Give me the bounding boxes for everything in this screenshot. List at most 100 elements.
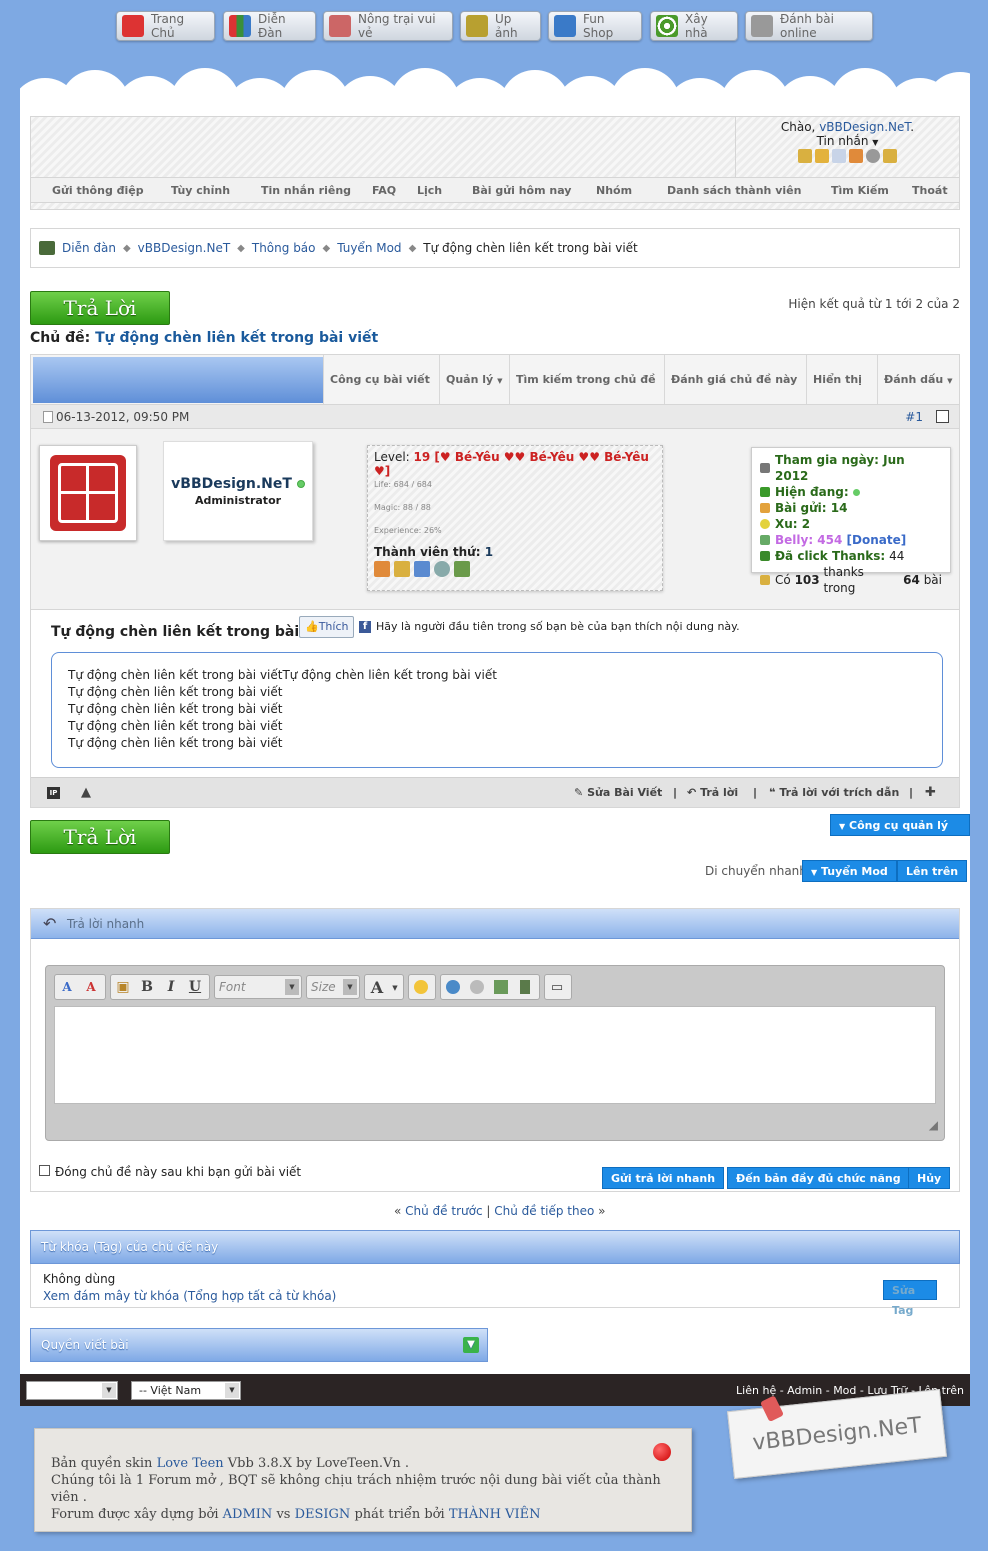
navbar: Chào, vBBDesign.NeT. Tin nhắn ▼ Gửi thôn… <box>30 116 960 210</box>
nav-build-house[interactable]: Xây nhà <box>650 11 738 41</box>
post-tools-menu[interactable]: Công cụ bài viết ▼ <box>323 355 439 435</box>
nav-home[interactable]: Trang Chủ <box>116 11 215 41</box>
nav-todays-posts[interactable]: Bài gửi hôm nay <box>472 184 571 197</box>
image-icon[interactable] <box>490 976 512 998</box>
unlink-icon[interactable] <box>466 976 488 998</box>
previous-thread-link[interactable]: Chủ đề trước <box>405 1204 482 1218</box>
style-select[interactable]: ▼ <box>26 1381 118 1400</box>
copyright-box: Bản quyền skin Love Teen Vbb 3.8.X by Lo… <box>34 1428 692 1532</box>
reply-button-bottom[interactable]: Trả Lời <box>30 820 170 854</box>
multiquote-icon[interactable]: ✚ <box>925 785 936 800</box>
bookmark-menu[interactable]: Đánh dấu ▼ <box>877 355 959 405</box>
friends-icon[interactable] <box>414 561 430 577</box>
post-number[interactable]: #1 <box>905 410 923 424</box>
close-thread-checkbox[interactable] <box>39 1165 50 1176</box>
bold-icon[interactable]: B <box>136 976 158 998</box>
gear-icon[interactable] <box>866 149 880 163</box>
cancel-button[interactable]: Hủy <box>908 1167 951 1189</box>
like-button[interactable]: 👍Thích <box>299 616 355 638</box>
arrow-icon: ◆ <box>237 242 245 254</box>
username-link[interactable]: vBBDesign.NeT <box>819 120 910 134</box>
submit-quick-reply-button[interactable]: Gửi trả lời nhanh <box>602 1167 725 1189</box>
design-link[interactable]: DESIGN <box>295 1507 351 1522</box>
brush-icon[interactable] <box>883 149 897 163</box>
nav-calendar[interactable]: Lịch <box>417 184 442 197</box>
remove-format-icon[interactable]: A <box>56 976 78 998</box>
nav-forum[interactable]: Diễn Đàn <box>223 11 316 41</box>
mod-tools-button[interactable]: ▼ Công cụ quản lý (0) <box>830 814 970 855</box>
italic-icon[interactable]: I <box>160 976 182 998</box>
back-to-top-button[interactable]: Lên trên <box>897 860 968 882</box>
smiley-icon[interactable] <box>410 976 432 998</box>
add-friend-icon[interactable] <box>454 561 470 577</box>
members-link[interactable]: THÀNH VIÊN <box>449 1507 541 1522</box>
nav-logout[interactable]: Thoát <box>912 184 948 197</box>
home-icon[interactable] <box>374 561 390 577</box>
edit-icon[interactable] <box>798 149 812 163</box>
permissions-header[interactable]: Quyền viết bài ▼ <box>30 1328 488 1362</box>
report-icon[interactable]: ▲ <box>81 785 91 800</box>
size-select[interactable]: Size ▼ <box>306 975 360 999</box>
video-icon[interactable] <box>514 976 536 998</box>
strikethrough-format-icon[interactable]: A <box>80 976 102 998</box>
font-select[interactable]: Font ▼ <box>214 975 302 999</box>
messages-menu[interactable]: Tin nhắn ▼ <box>736 134 959 148</box>
users-icon[interactable] <box>849 149 863 163</box>
text-color-icon[interactable]: A <box>366 976 388 998</box>
nav-member-list[interactable]: Danh sách thành viên <box>667 184 801 197</box>
ip-icon[interactable]: IP <box>47 787 60 799</box>
advanced-editor-button[interactable]: Đến bản đầy đủ chức năng <box>727 1167 910 1189</box>
language-select[interactable]: -- Việt Nam ▼ <box>131 1381 241 1400</box>
nav-faq[interactable]: FAQ <box>372 184 396 197</box>
breadcrumb-site[interactable]: vBBDesign.NeT <box>138 241 231 255</box>
reply-arrow-icon: ↶ <box>687 786 697 799</box>
manage-menu[interactable]: Quản lý ▼ <box>439 355 509 405</box>
nav-card-game[interactable]: Đánh bài online <box>745 11 873 41</box>
nav-farm[interactable]: Nông trại vui vẻ <box>323 11 453 41</box>
edit-tags-button[interactable]: Sửa Tag <box>883 1280 937 1317</box>
breadcrumb-forum[interactable]: Diễn đàn <box>62 241 116 255</box>
quote-icon[interactable]: ▭ <box>546 976 568 998</box>
select-post-checkbox[interactable] <box>936 410 949 423</box>
reply-post-button[interactable]: ↶ Trả lời <box>687 786 738 799</box>
home-icon[interactable] <box>39 241 55 255</box>
nav-fun-shop[interactable]: Fun Shop <box>548 11 642 41</box>
resize-handle-icon[interactable]: ◢ <box>929 1118 938 1132</box>
post-username[interactable]: vBBDesign.NeT <box>171 476 292 492</box>
nav-settings[interactable]: Tùy chỉnh <box>171 184 230 197</box>
edit-post-button[interactable]: ✎ Sửa Bài Viết <box>574 786 662 799</box>
nav-groups[interactable]: Nhóm <box>596 184 632 197</box>
search-icon[interactable] <box>434 561 450 577</box>
nav-private-messages[interactable]: Tin nhắn riêng <box>261 184 351 197</box>
rate-thread-menu[interactable]: Đánh giá chủ đề này ▼ <box>664 355 806 435</box>
expand-icon[interactable]: ▼ <box>463 1337 479 1353</box>
admin-link[interactable]: ADMIN <box>223 1507 273 1522</box>
donate-link[interactable]: [Donate] <box>847 532 907 548</box>
user-info-box: Tham gia ngày: Jun 2012 Hiện đang: Bài g… <box>751 447 951 595</box>
breadcrumb-recruit[interactable]: Tuyển Mod <box>337 241 401 255</box>
underline-icon[interactable]: U <box>184 976 206 998</box>
link-icon[interactable] <box>442 976 464 998</box>
message-textarea[interactable] <box>54 1006 936 1104</box>
document-icon[interactable] <box>832 149 846 163</box>
quick-nav-select[interactable]: ▼ Tuyển Mod <box>802 860 897 882</box>
display-menu[interactable]: Hiển thị ▼ <box>806 355 877 435</box>
search-thread-menu[interactable]: Tìm kiếm trong chủ đề ▼ <box>509 355 664 435</box>
breadcrumb-announcements[interactable]: Thông báo <box>252 241 316 255</box>
nav-send-message[interactable]: Gửi thông điệp <box>52 184 144 197</box>
dropdown-arrow-icon[interactable]: ▼ <box>390 976 400 998</box>
avatar[interactable] <box>39 445 137 541</box>
next-thread-link[interactable]: Chủ đề tiếp theo <box>494 1204 594 1218</box>
album-icon[interactable] <box>394 561 410 577</box>
reply-button-top[interactable]: Trả Lời <box>30 291 170 325</box>
love-teen-link[interactable]: Love Teen <box>157 1456 224 1471</box>
facebook-like-text: Hãy là người đầu tiên trong số bạn bè củ… <box>376 620 740 633</box>
nav-search[interactable]: Tìm Kiếm <box>831 184 889 197</box>
lock-icon[interactable] <box>815 149 829 163</box>
calendar-icon <box>760 463 770 473</box>
paste-icon[interactable]: ▣ <box>112 976 134 998</box>
thread-pager: « Chủ đề trước | Chủ đề tiếp theo » <box>394 1204 606 1218</box>
nav-upload[interactable]: Up ảnh <box>460 11 541 41</box>
tag-cloud-link[interactable]: Xem đám mây từ khóa (Tổng hợp tất cả từ … <box>43 1289 336 1303</box>
quote-reply-button[interactable]: ❝ Trả lời với trích dẫn <box>769 786 899 799</box>
